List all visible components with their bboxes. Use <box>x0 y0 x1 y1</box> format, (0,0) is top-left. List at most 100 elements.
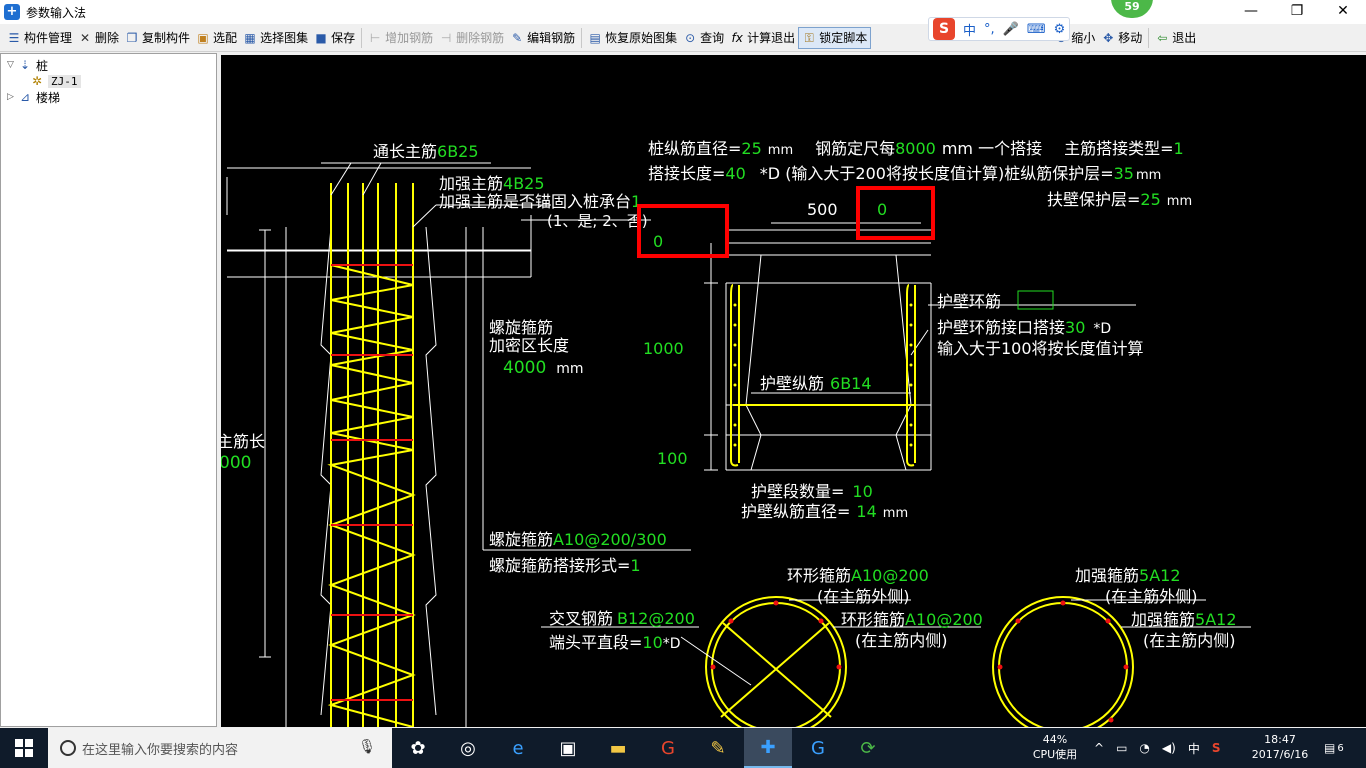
dense-length-label: 加密区长度 <box>489 336 569 355</box>
taskbar-app-edge-icon[interactable]: e <box>494 728 542 768</box>
param-line-3: 扶壁保护层=25 mm <box>1047 190 1192 209</box>
spiral-lap-label: 螺旋箍筋搭接形式=1 <box>489 556 641 575</box>
taskbar-app-refresh-icon[interactable]: ⟳ <box>844 728 892 768</box>
toolbar-separator <box>361 27 363 48</box>
taskbar-search[interactable]: 在这里输入你要搜索的内容 🎙 <box>48 728 392 768</box>
dense-length-value[interactable]: 4000 mm <box>503 358 584 378</box>
drawing-svg: 通长主筋6B25 加强主筋4B25 加强主筋是否锚固入桩承台1 (1、是; 2、… <box>221 139 1251 727</box>
toolbar-choose-gallery[interactable]: ▦ 选择图集 <box>240 27 311 49</box>
sogou-tray-icon[interactable]: S <box>1212 741 1221 755</box>
sogou-logo-icon[interactable]: S <box>933 18 955 40</box>
toolbar-component-manage[interactable]: ☰ 构件管理 <box>4 27 75 49</box>
toolbar-separator <box>1148 27 1150 48</box>
toolbar-delete-rebar[interactable]: ⊣ 删除钢筋 <box>436 27 507 49</box>
wall-height-2[interactable]: 100 <box>657 449 688 468</box>
wall-width: 500 <box>807 200 838 219</box>
toolbar-exit[interactable]: ⇦ 退出 <box>1152 27 1199 49</box>
chevron-right-icon[interactable]: ▷ <box>7 92 17 102</box>
taskbar-app-browser-icon[interactable]: ◎ <box>444 728 492 768</box>
list-icon: ☰ <box>8 30 20 45</box>
wall-ring-input[interactable] <box>1017 290 1054 310</box>
toolbar-lock-script[interactable]: ⚿ 锁定脚本 <box>798 26 872 49</box>
toolbar-copy-component[interactable]: ❐ 复制构件 <box>122 27 193 49</box>
taskbar-app-pinwheel-icon[interactable]: ✿ <box>394 728 442 768</box>
copy-icon: ❐ <box>126 30 138 45</box>
tree-node-pile[interactable]: ▽ ⇣ 桩 <box>7 57 48 73</box>
total-length-label: 主筋长 <box>221 432 265 451</box>
battery-icon[interactable]: ▭ <box>1116 741 1127 755</box>
action-center[interactable]: ▤ 6 <box>1324 728 1344 768</box>
taskbar-app-notes-icon[interactable]: ✎ <box>694 728 742 768</box>
main-toolbar: ☰ 构件管理 ✕ 删除 ❐ 复制构件 ▣ 选配 ▦ 选择图集 ■ 保存 ⊢ 增加钢筋 ⊣ 删除钢… <box>0 24 1366 52</box>
ime-lang-toggle[interactable]: 中 <box>963 20 976 39</box>
taskbar-app-folder-icon[interactable]: ▬ <box>594 728 642 768</box>
gear-icon: ✲ <box>31 74 43 88</box>
taskbar-app-current-icon[interactable]: ✚ <box>744 728 792 768</box>
ime-keyboard-icon[interactable]: ⌨ <box>1027 22 1046 37</box>
chevron-down-icon[interactable]: ▽ <box>7 60 17 70</box>
delete-rebar-icon: ⊣ <box>440 30 452 45</box>
lock-icon: ⚿ <box>804 30 814 45</box>
toolbar-delete[interactable]: ✕ 删除 <box>75 27 122 49</box>
toolbar-save[interactable]: ■ 保存 <box>311 27 358 49</box>
taskbar: 在这里输入你要搜索的内容 🎙 ✿ ◎ e ▣ ▬ G ✎ ✚ G ⟳ 44% C… <box>0 728 1366 768</box>
toolbar-edit-rebar[interactable]: ✎ 编辑钢筋 <box>507 27 578 49</box>
drawing-canvas[interactable]: 通长主筋6B25 加强主筋4B25 加强主筋是否锚固入桩承台1 (1、是; 2、… <box>221 55 1366 727</box>
toolbar-restore-gallery[interactable]: ▤ 恢复原始图集 <box>585 27 680 49</box>
window-title: 参数输入法 <box>26 5 87 20</box>
close-button[interactable]: ✕ <box>1320 0 1366 24</box>
title-bar: + 参数输入法 59 — ❐ ✕ <box>0 0 1366 24</box>
toolbar-move[interactable]: ✥ 移动 <box>1098 27 1145 49</box>
notification-badge[interactable]: 59 <box>1111 0 1153 18</box>
chevron-up-icon[interactable]: ^ <box>1094 741 1104 755</box>
spiral-stirrup <box>327 264 416 727</box>
save-icon: ■ <box>315 30 327 45</box>
cross-bar-label: 交叉钢筋 B12@200 <box>549 609 695 628</box>
toolbar-calc-exit[interactable]: fx 计算退出 <box>727 27 798 49</box>
exit-icon: ⇦ <box>1157 30 1168 45</box>
main-bar-label: 通长主筋6B25 <box>373 142 479 161</box>
total-length-value[interactable]: 000 <box>221 453 251 473</box>
spiral-label: 螺旋箍筋 <box>489 318 553 337</box>
strong-bar-label: 加强主筋4B25 <box>439 174 545 193</box>
anchor-options: (1、是; 2、否) <box>547 212 648 230</box>
move-icon: ✥ <box>1103 30 1114 45</box>
taskbar-app-glodon2-icon[interactable]: G <box>794 728 842 768</box>
binoculars-icon: ⊙ <box>685 30 696 45</box>
toolbar-add-rebar[interactable]: ⊢ 增加钢筋 <box>365 27 436 49</box>
close-icon: ✕ <box>79 30 91 45</box>
toolbar-separator <box>581 27 583 48</box>
ime-toolbar: S 中 °, 🎤 ⌨ ⚙ <box>928 17 1071 41</box>
volume-icon[interactable]: ◀) <box>1162 741 1176 755</box>
ime-mic-icon[interactable]: 🎤 <box>1003 22 1019 37</box>
clock[interactable]: 18:47 2017/6/16 <box>1240 732 1320 762</box>
tree-node-stairs[interactable]: ▷ ⊿ 楼梯 <box>7 89 60 105</box>
maximize-button[interactable]: ❐ <box>1274 0 1320 24</box>
microphone-icon[interactable]: 🎙 <box>358 739 376 755</box>
select-icon: ▣ <box>197 30 209 45</box>
taskbar-app-glodon-icon[interactable]: G <box>644 728 692 768</box>
toolbar-query[interactable]: ⊙ 查询 <box>680 27 727 49</box>
segment-count-label: 护壁段数量= 10 <box>751 482 873 501</box>
windows-logo-icon <box>15 739 33 757</box>
toolbar-select[interactable]: ▣ 选配 <box>193 27 240 49</box>
gallery-icon: ▦ <box>244 30 256 45</box>
field-b-value[interactable]: 0 <box>877 200 887 219</box>
taskbar-app-store-icon[interactable]: ▣ <box>544 728 592 768</box>
strong-outer-note: (在主筋外侧) <box>1105 587 1198 606</box>
input-language[interactable]: 中 <box>1188 740 1200 757</box>
cpu-usage: 44% CPU使用 <box>1032 733 1078 761</box>
ime-punct-toggle[interactable]: °, <box>984 22 995 37</box>
restore-icon: ▤ <box>589 30 601 45</box>
wall-height-1[interactable]: 1000 <box>643 339 684 358</box>
start-button[interactable] <box>0 728 48 768</box>
fx-icon: fx <box>731 30 743 45</box>
notification-icon: ▤ <box>1324 741 1336 755</box>
network-icon[interactable]: ◔ <box>1139 741 1149 755</box>
wall-lap-note: 输入大于100将按长度值计算 <box>937 339 1144 358</box>
ime-settings-icon[interactable]: ⚙ <box>1054 22 1066 37</box>
add-rebar-icon: ⊢ <box>369 30 381 45</box>
minimize-button[interactable]: — <box>1228 0 1274 24</box>
tree-node-zj1[interactable]: ✲ ZJ-1 <box>29 73 81 89</box>
field-a-value[interactable]: 0 <box>653 232 663 251</box>
